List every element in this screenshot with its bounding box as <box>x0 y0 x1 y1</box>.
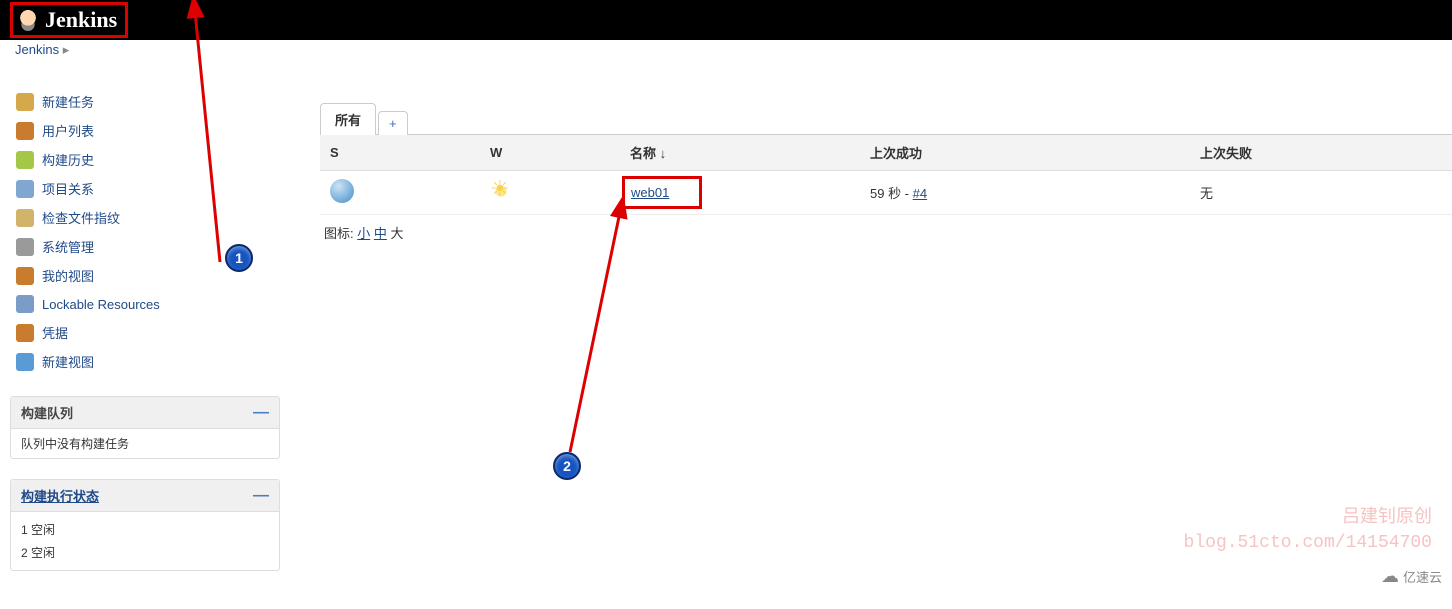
build-queue-header: 构建队列 — <box>11 397 279 429</box>
executor-row: 2 空闲 <box>21 541 269 564</box>
sidebar-item-label: 凭据 <box>42 323 68 342</box>
annotation-arrow-2 <box>550 192 750 472</box>
my-views-icon <box>16 267 34 285</box>
build-queue-pane: 构建队列 — 队列中没有构建任务 <box>10 396 280 459</box>
sidebar-item-label: 构建历史 <box>42 150 94 169</box>
build-queue-title: 构建队列 <box>21 403 73 422</box>
executor-body: 1 空闲2 空闲 <box>11 512 279 570</box>
collapse-icon[interactable]: — <box>253 487 269 505</box>
sidebar-item-label: 检查文件指纹 <box>42 208 120 227</box>
manage-icon <box>16 238 34 256</box>
col-name[interactable]: 名称 ↓ <box>620 135 860 171</box>
logo-text[interactable]: Jenkins <box>45 7 117 33</box>
new-view-icon <box>16 353 34 371</box>
sidebar-item[interactable]: 新建视图 <box>10 347 280 376</box>
sidebar-item-label: 新建视图 <box>42 352 94 371</box>
relation-icon <box>16 180 34 198</box>
main-panel: 所有 + S W 名称 ↓ 上次成功 上次失败 web01 59 秒 - #4 … <box>290 72 1452 609</box>
history-icon <box>16 151 34 169</box>
sidebar-item-label: 我的视图 <box>42 266 94 285</box>
breadcrumb-root[interactable]: Jenkins <box>15 42 59 57</box>
sidebar-item[interactable]: 凭据 <box>10 318 280 347</box>
sidebar-item-label: Lockable Resources <box>42 297 160 312</box>
credentials-icon <box>16 324 34 342</box>
breadcrumb-separator: ▸ <box>63 42 70 57</box>
footer-brand-text: 亿速云 <box>1403 567 1442 586</box>
collapse-icon[interactable]: — <box>253 404 269 422</box>
cell-last-failure: 无 <box>1190 171 1452 215</box>
sidebar-item-label: 新建任务 <box>42 92 94 111</box>
sidebar-item-label: 用户列表 <box>42 121 94 140</box>
jenkins-mascot-icon <box>17 9 39 31</box>
cell-last-success: 59 秒 - #4 <box>860 171 1190 215</box>
sidebar-item-label: 项目关系 <box>42 179 94 198</box>
fingerprint-icon <box>16 209 34 227</box>
executor-header: 构建执行状态 — <box>11 480 279 512</box>
new-item-icon <box>16 93 34 111</box>
people-icon <box>16 122 34 140</box>
executor-pane: 构建执行状态 — 1 空闲2 空闲 <box>10 479 280 571</box>
build-link[interactable]: #4 <box>913 186 927 201</box>
lock-icon <box>16 295 34 313</box>
footer-brand: ☁ 亿速云 <box>1381 566 1442 587</box>
col-last-failure[interactable]: 上次失败 <box>1190 135 1452 171</box>
logo-highlight-box: Jenkins <box>10 2 128 38</box>
executor-title[interactable]: 构建执行状态 <box>21 486 99 505</box>
col-last-success[interactable]: 上次成功 <box>860 135 1190 171</box>
sidebar-item-label: 系统管理 <box>42 237 94 256</box>
annotation-arrow-1 <box>190 0 590 297</box>
build-queue-body: 队列中没有构建任务 <box>11 429 279 458</box>
cloud-icon: ☁ <box>1381 566 1399 587</box>
executor-row: 1 空闲 <box>21 518 269 541</box>
